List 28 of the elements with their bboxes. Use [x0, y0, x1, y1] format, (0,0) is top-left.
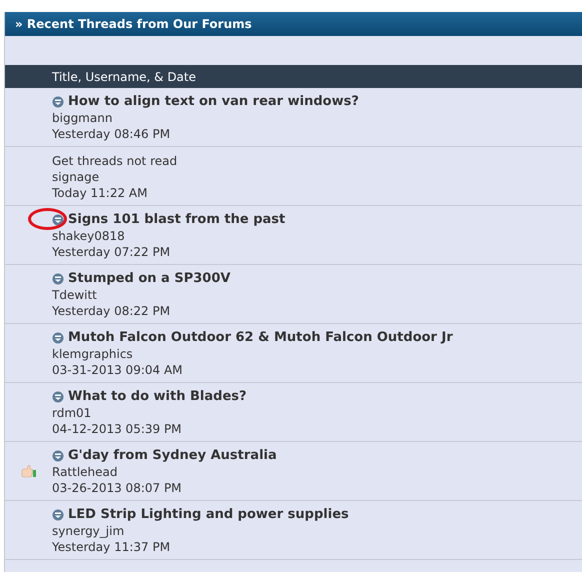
annotation-circle	[28, 208, 67, 230]
username-text: shakey0818	[52, 228, 126, 244]
date-text: Yesterday 11:37 PM	[52, 539, 172, 555]
date-text: Yesterday 07:22 PM	[52, 244, 172, 260]
username-text: rdm01	[52, 405, 92, 421]
date-text: 03-26-2013 08:07 PM	[52, 480, 183, 496]
date-text: 03-31-2013 09:04 AM	[52, 362, 184, 378]
username-text: Rattlehead	[52, 464, 119, 480]
username-text: biggmann	[52, 110, 114, 126]
username-text: klemgraphics	[52, 346, 134, 362]
thumbs-up-icon	[21, 464, 37, 478]
date-text: Yesterday 08:22 PM	[52, 303, 172, 319]
thread-title-link[interactable]: G'day from Sydney Australia	[68, 448, 277, 464]
thread-title-link[interactable]: Mutoh Falcon Outdoor 62 & Mutoh Falcon Outdoor Jr	[68, 330, 453, 346]
username-text: synergy_jim	[52, 523, 126, 539]
date-text: Today 11:22 AM	[52, 185, 148, 201]
thread-title-link[interactable]: Get threads not read	[52, 153, 178, 169]
panel-header: » Recent Threads from Our Forums	[5, 12, 582, 36]
thread-title-link[interactable]: Signs 101 blast from the past	[68, 212, 286, 228]
date-text: 04-12-2013 05:39 PM	[52, 421, 183, 437]
thread-title-link[interactable]: What to do with Blades?	[68, 389, 247, 405]
thread-title-link[interactable]: How to align text on van rear windows?	[68, 94, 359, 110]
thread-title-link[interactable]: LED Strip Lighting and power supplies	[68, 507, 349, 523]
username-text: Tdewitt	[52, 287, 98, 303]
date-text: Yesterday 08:46 PM	[52, 126, 172, 142]
column-header: Title, Username, & Date	[5, 65, 582, 88]
username-text: signage	[52, 169, 100, 185]
thread-title-link[interactable]: Stumped on a SP300V	[68, 271, 230, 287]
